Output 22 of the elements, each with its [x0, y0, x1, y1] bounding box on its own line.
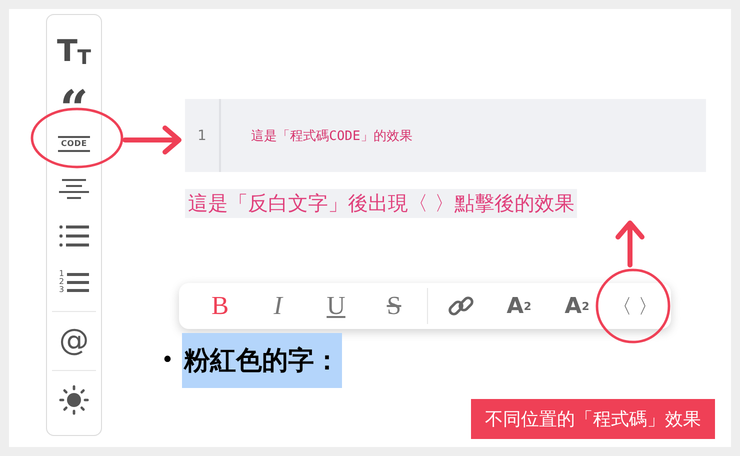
pointer-arrow: [122, 126, 182, 154]
strikethrough-button[interactable]: S: [365, 283, 423, 329]
caption-label: 不同位置的「程式碼」效果: [471, 399, 715, 439]
mention-button[interactable]: @: [59, 326, 89, 356]
sun-icon[interactable]: [59, 385, 89, 415]
line-number: 1: [185, 99, 221, 172]
align-center-icon[interactable]: [59, 178, 89, 202]
bold-button[interactable]: B: [191, 283, 249, 329]
inline-code-text: 這是「反白文字」後出現〈 〉點擊後的效果: [185, 189, 578, 218]
numbered-list-button[interactable]: 1 2 3: [58, 270, 90, 294]
bullet-marker: •: [161, 348, 174, 373]
text-size-button[interactable]: TT: [56, 37, 92, 67]
bullet-text: 粉紅色的字：: [182, 333, 342, 388]
quote-button[interactable]: “: [60, 84, 88, 112]
code-text: 這是「程式碼CODE」的效果: [250, 128, 412, 146]
superscript-button[interactable]: A$^{2}$: [490, 283, 548, 329]
underline-button[interactable]: U: [307, 283, 365, 329]
bullet-list-icon[interactable]: [59, 224, 89, 248]
italic-button[interactable]: I: [249, 283, 307, 329]
code-block-button[interactable]: CODE: [58, 136, 90, 152]
pointer-arrow: [616, 220, 644, 268]
inline-code-button[interactable]: 〈 〉: [606, 283, 664, 329]
